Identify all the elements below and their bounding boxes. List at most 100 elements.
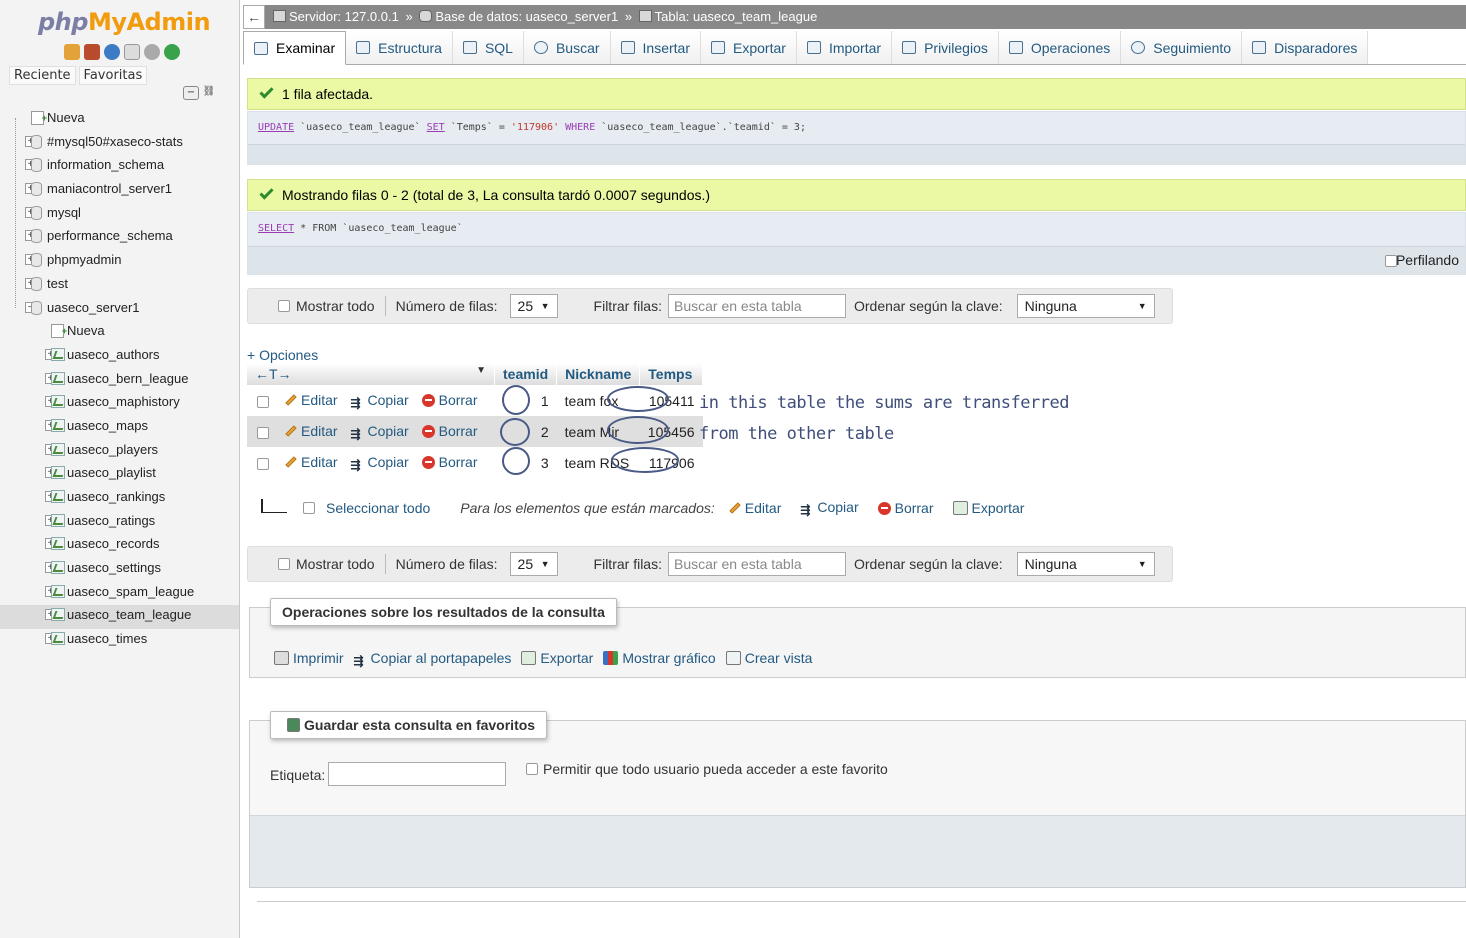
tree-item-database[interactable]: −uaseco_server1 bbox=[0, 298, 239, 322]
allow-all-checkbox[interactable] bbox=[526, 763, 538, 775]
tree-item-database[interactable]: +mysql bbox=[0, 203, 239, 227]
show-all-checkbox[interactable] bbox=[278, 558, 290, 570]
bulk-export-button[interactable]: Exportar bbox=[952, 500, 1024, 516]
select-all-checkbox[interactable] bbox=[303, 502, 315, 514]
show-all-checkbox[interactable] bbox=[278, 300, 290, 312]
privileges-icon bbox=[902, 41, 917, 54]
tree-item-table[interactable]: +uaseco_spam_league bbox=[0, 582, 239, 606]
tab-disparadores[interactable]: Disparadores bbox=[1242, 31, 1369, 64]
print-button[interactable]: Imprimir bbox=[274, 650, 344, 668]
database-icon bbox=[31, 253, 42, 268]
copy-button[interactable]: ⇶ Copiar bbox=[350, 423, 408, 441]
tab-sql[interactable]: SQL bbox=[452, 31, 524, 64]
edit-button[interactable]: Editar bbox=[285, 392, 338, 408]
tree-item-table[interactable]: +uaseco_rankings bbox=[0, 487, 239, 511]
favorites-tab[interactable]: Favoritas bbox=[78, 66, 148, 85]
link-icon[interactable]: ⛓ bbox=[201, 86, 217, 100]
options-link[interactable]: + Opciones bbox=[247, 347, 318, 363]
tree-item-new-database[interactable]: Nueva bbox=[0, 108, 239, 132]
arrow-up-icon bbox=[261, 499, 287, 513]
tree-item-table[interactable]: +uaseco_players bbox=[0, 440, 239, 464]
tree-item-label: test bbox=[47, 275, 68, 291]
create-view-button[interactable]: Crear vista bbox=[725, 650, 812, 668]
row-checkbox[interactable] bbox=[257, 457, 269, 470]
reload-icon[interactable] bbox=[164, 44, 180, 60]
tree-item-table[interactable]: +uaseco_authors bbox=[0, 345, 239, 369]
breadcrumb-server[interactable]: Servidor: 127.0.0.1 bbox=[289, 9, 399, 24]
bookmark-label-input[interactable] bbox=[328, 762, 506, 786]
select-all-label[interactable]: Seleccionar todo bbox=[326, 500, 430, 516]
sort-chevron-icon[interactable]: ▼ bbox=[476, 365, 486, 376]
search-icon bbox=[533, 41, 548, 54]
help-icon[interactable] bbox=[104, 44, 120, 60]
column-header-nickname[interactable]: Nickname bbox=[556, 363, 641, 385]
column-header-teamid[interactable]: teamid bbox=[494, 363, 558, 385]
tab-privilegios[interactable]: Privilegios bbox=[892, 31, 999, 64]
docs-icon[interactable] bbox=[124, 44, 140, 60]
breadcrumb-table[interactable]: Tabla: uaseco_team_league bbox=[655, 9, 818, 24]
tree-item-table[interactable]: +uaseco_playlist bbox=[0, 463, 239, 487]
tab-examinar[interactable]: Examinar bbox=[243, 31, 347, 65]
recent-tab[interactable]: Reciente bbox=[9, 66, 76, 85]
collapse-all-icon[interactable]: − bbox=[183, 86, 199, 100]
bulk-edit-button[interactable]: Editar bbox=[729, 500, 781, 516]
breadcrumb-database[interactable]: Base de datos: uaseco_server1 bbox=[435, 9, 618, 24]
show-chart-button[interactable]: Mostrar gráfico bbox=[603, 650, 716, 668]
copy-button[interactable]: ⇶ Copiar bbox=[350, 392, 408, 410]
home-icon[interactable] bbox=[64, 44, 80, 60]
tree-item-database[interactable]: +#mysql50#xaseco-stats bbox=[0, 132, 239, 156]
bookmark-footer bbox=[250, 815, 1465, 887]
row-checkbox[interactable] bbox=[257, 395, 269, 408]
tree-item-table[interactable]: +uaseco_maps bbox=[0, 416, 239, 440]
tab-importar[interactable]: Importar bbox=[796, 31, 893, 64]
tree-item-label: Nueva bbox=[47, 110, 85, 125]
collapse-nav-icon[interactable]: ← bbox=[243, 5, 265, 29]
edit-button[interactable]: Editar bbox=[285, 454, 338, 470]
sort-select[interactable]: Ninguna ▼ bbox=[1016, 294, 1155, 318]
tab-exportar[interactable]: Exportar bbox=[701, 31, 797, 64]
filter-input[interactable]: Buscar en esta tabla bbox=[667, 552, 846, 576]
delete-button[interactable]: Borrar bbox=[421, 423, 478, 439]
phpmyadmin-logo[interactable]: phpMyAdmin bbox=[38, 8, 211, 36]
tree-item-database[interactable]: +test bbox=[0, 274, 239, 298]
delete-button[interactable]: Borrar bbox=[421, 392, 478, 408]
tree-item-table[interactable]: +uaseco_times bbox=[0, 629, 239, 653]
column-header-temps[interactable]: Temps bbox=[639, 363, 704, 385]
tree-item-database[interactable]: +performance_schema bbox=[0, 226, 239, 250]
tab-estructura[interactable]: Estructura bbox=[346, 31, 453, 64]
tree-item-database[interactable]: +information_schema bbox=[0, 155, 239, 179]
sort-select[interactable]: Ninguna ▼ bbox=[1016, 552, 1155, 576]
gear-icon[interactable] bbox=[144, 44, 160, 60]
copy-clipboard-button[interactable]: ⇶ Copiar al portapapeles bbox=[354, 650, 512, 668]
tab-insertar[interactable]: Insertar bbox=[610, 31, 702, 64]
tree-item-table[interactable]: +uaseco_settings bbox=[0, 558, 239, 582]
tree-item-database[interactable]: +maniacontrol_server1 bbox=[0, 179, 239, 203]
rows-select[interactable]: 25 ▼ bbox=[509, 294, 558, 318]
tree-item-table[interactable]: +uaseco_maphistory bbox=[0, 392, 239, 416]
bulk-copy-button[interactable]: ⇶ Copiar bbox=[800, 499, 858, 517]
filter-input[interactable]: Buscar en esta tabla bbox=[667, 294, 846, 318]
tab-buscar[interactable]: Buscar bbox=[523, 31, 611, 64]
tab-seguimiento[interactable]: Seguimiento bbox=[1121, 31, 1243, 64]
exit-icon[interactable] bbox=[84, 44, 100, 60]
tree-item-label: uaseco_server1 bbox=[47, 299, 140, 315]
tree-item-table[interactable]: +uaseco_team_league bbox=[0, 605, 239, 630]
column-resize-icon[interactable]: ←T→ bbox=[255, 366, 292, 382]
bulk-delete-button[interactable]: Borrar bbox=[877, 500, 934, 516]
tree-item-database[interactable]: +phpmyadmin bbox=[0, 250, 239, 274]
tab-operaciones[interactable]: Operaciones bbox=[998, 31, 1122, 64]
copy-button[interactable]: ⇶ Copiar bbox=[350, 454, 408, 472]
tree-item-table[interactable]: +uaseco_ratings bbox=[0, 511, 239, 535]
edit-button[interactable]: Editar bbox=[285, 423, 338, 439]
rows-select[interactable]: 25 ▼ bbox=[509, 552, 558, 576]
tree-item-table[interactable]: +uaseco_records bbox=[0, 534, 239, 558]
table-icon bbox=[51, 608, 65, 622]
tree-item-new-table[interactable]: Nueva bbox=[0, 321, 239, 345]
tree-item-table[interactable]: +uaseco_bern_league bbox=[0, 369, 239, 393]
row-checkbox[interactable] bbox=[257, 426, 269, 439]
export-button[interactable]: Exportar bbox=[521, 650, 593, 668]
tree-item-label: uaseco_spam_league bbox=[67, 583, 195, 599]
table-icon bbox=[51, 537, 65, 551]
database-icon bbox=[31, 276, 42, 291]
delete-button[interactable]: Borrar bbox=[421, 454, 478, 470]
